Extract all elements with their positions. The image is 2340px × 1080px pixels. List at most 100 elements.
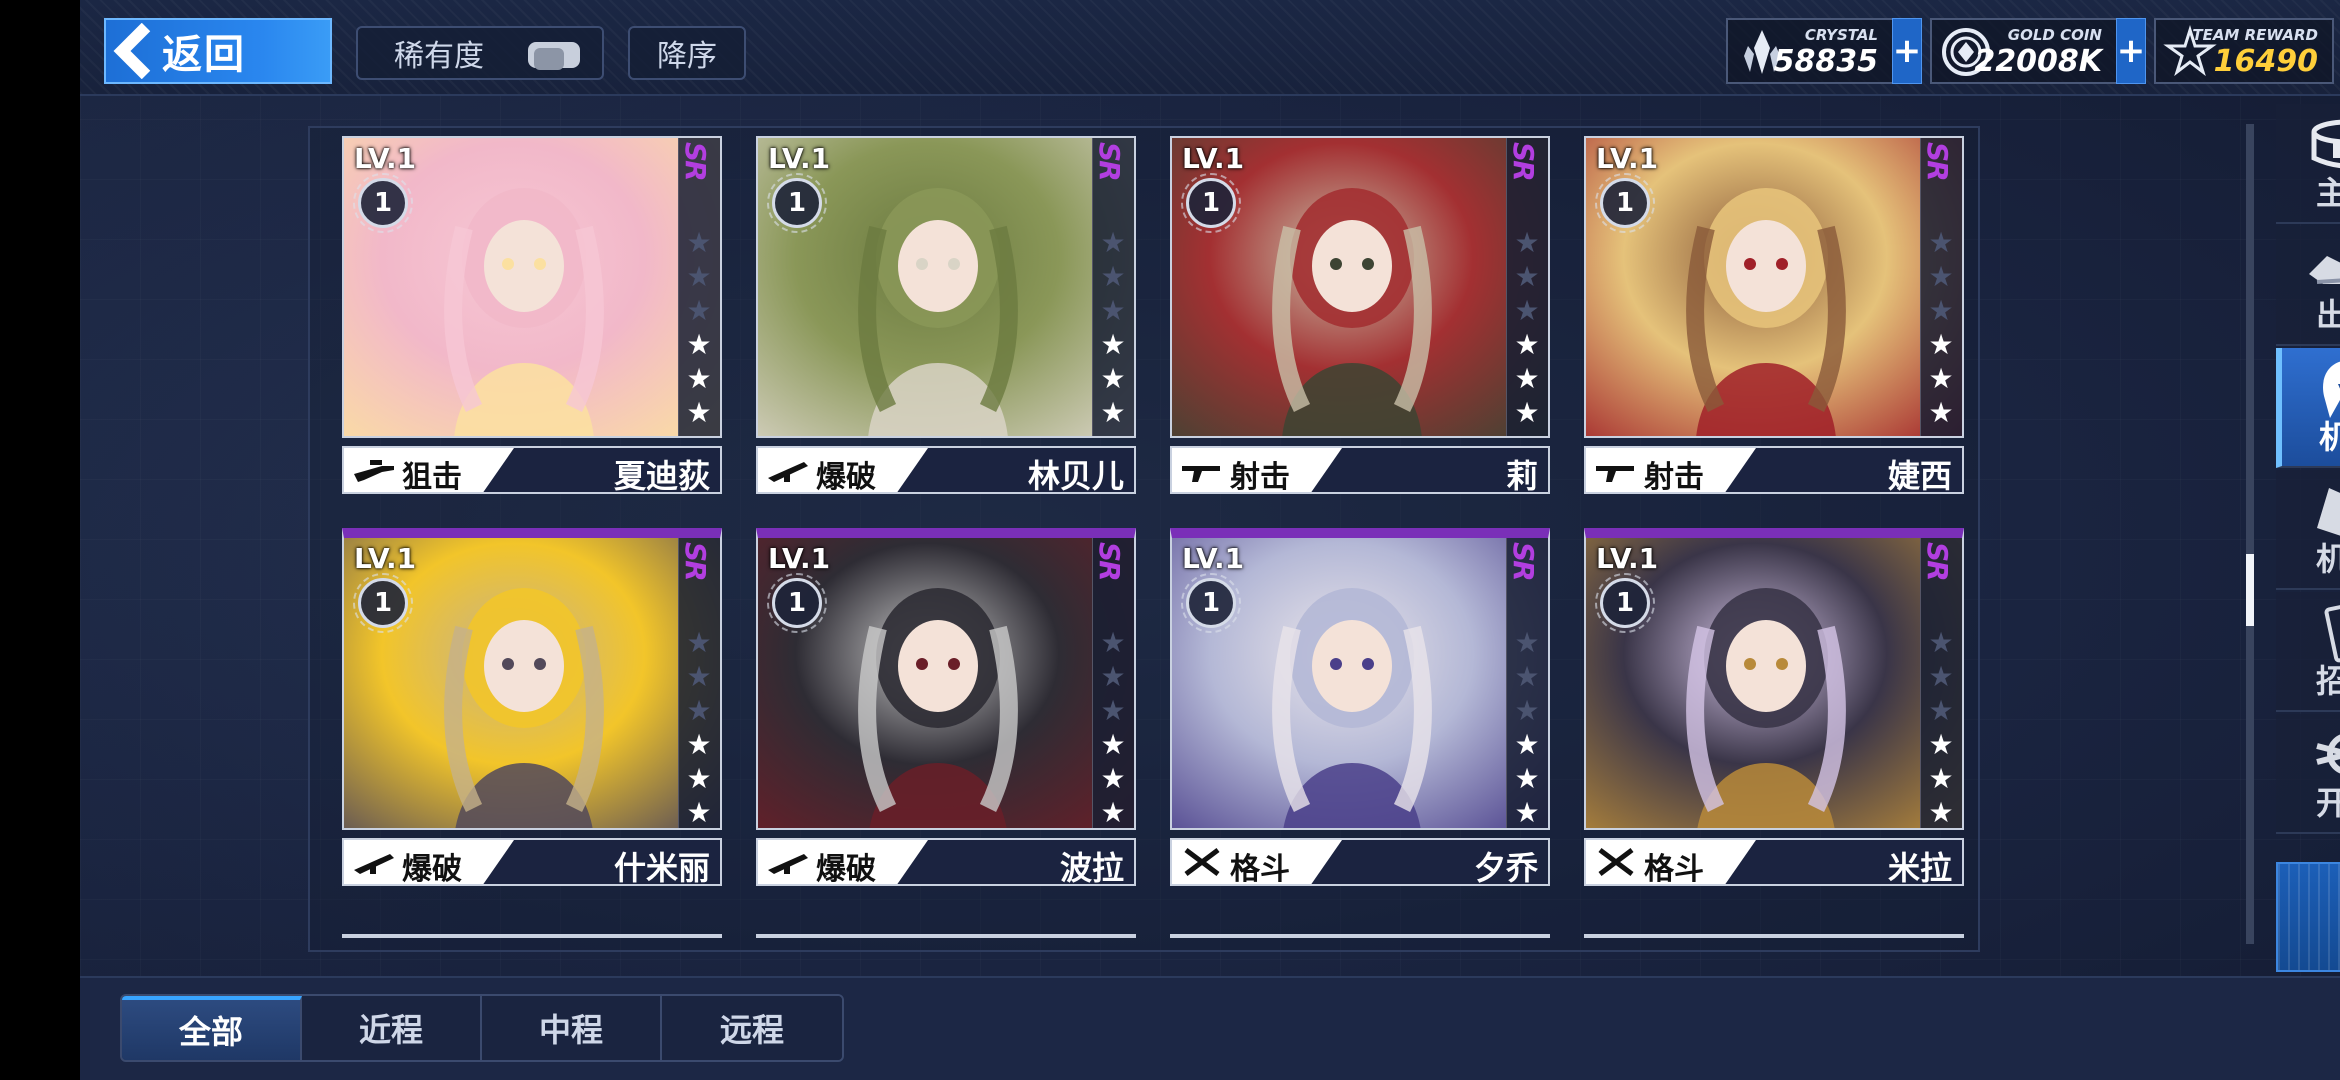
- crossed-swords-icon: [1598, 848, 1634, 876]
- nav-item-develop[interactable]: 开发: [2276, 714, 2340, 834]
- star-icon: ★: [1514, 362, 1540, 395]
- pilot-portrait: SR ★ ★ ★ ★ ★ ★ LV.1 1: [756, 136, 1136, 438]
- crystal-label: CRYSTAL: [1804, 26, 1878, 44]
- rocket-launcher-icon: [768, 854, 808, 874]
- star-icon: ★: [1928, 294, 1954, 327]
- character-silhouette: [858, 188, 1018, 436]
- sort-order-button[interactable]: 降序: [628, 26, 746, 80]
- star-icon: ★: [686, 626, 712, 659]
- tab-mid-range[interactable]: 中程: [482, 996, 662, 1060]
- rarity-strip: SR ★ ★ ★ ★ ★ ★: [678, 138, 720, 436]
- rarity-strip: SR ★ ★ ★ ★ ★ ★: [1506, 538, 1548, 828]
- nav-item-battle[interactable]: 出战: [2276, 226, 2340, 346]
- pilot-card[interactable]: SR ★ ★ ★ ★ ★ ★ LV.1 1 格斗 米拉: [1584, 528, 1964, 888]
- pilot-card[interactable]: SR ★ ★ ★ ★ ★ ★ LV.1 1 射击 婕西: [1584, 136, 1964, 496]
- rarity-strip: SR ★ ★ ★ ★ ★ ★: [1506, 138, 1548, 436]
- star-icon: ★: [686, 728, 712, 761]
- star-icon: ★: [1514, 226, 1540, 259]
- rarity-strip: SR ★ ★ ★ ★ ★ ★: [1092, 538, 1134, 828]
- back-label: 返回: [162, 32, 246, 78]
- team-reward-counter: TEAM REWARD 16490: [2154, 18, 2334, 84]
- rarity-strip: SR ★ ★ ★ ★ ★ ★: [1920, 538, 1962, 828]
- tab-all[interactable]: 全部: [122, 996, 302, 1060]
- scrollbar-track[interactable]: [2246, 124, 2254, 944]
- add-gold-button[interactable]: +: [2116, 18, 2146, 84]
- recruit-icon: [2324, 601, 2340, 663]
- star-icon: ★: [1928, 260, 1954, 293]
- rarity-label: SR: [1093, 542, 1126, 580]
- tab-short-range[interactable]: 近程: [302, 996, 482, 1060]
- star-icon: ★: [1514, 328, 1540, 361]
- rarity-strip: SR ★ ★ ★ ★ ★ ★: [1920, 138, 1962, 436]
- develop-icon: [2316, 734, 2340, 774]
- star-icon: ★: [1100, 294, 1126, 327]
- character-silhouette: [444, 188, 604, 436]
- next-row-edge: [1170, 934, 1550, 938]
- pilot-name: 夕乔: [1473, 849, 1538, 887]
- star-rating: ★ ★ ★ ★ ★ ★: [1098, 228, 1128, 428]
- pilot-name: 夏迪荻: [613, 457, 710, 495]
- star-icon: ★: [1514, 728, 1540, 761]
- pilot-type: 格斗: [1644, 852, 1704, 887]
- nav-item-pilot[interactable]: 机师: [2276, 348, 2340, 468]
- rarity-label: SR: [1093, 142, 1126, 180]
- pilot-portrait: SR ★ ★ ★ ★ ★ ★ LV.1 1: [756, 528, 1136, 830]
- star-icon: ★: [1928, 660, 1954, 693]
- left-black-bar: [0, 0, 80, 1080]
- tab-long-range[interactable]: 远程: [662, 996, 842, 1060]
- star-icon: ★: [1514, 260, 1540, 293]
- pilot-name: 婕西: [1887, 457, 1952, 495]
- star-icon: ★: [1100, 694, 1126, 727]
- team-reward-label: TEAM REWARD: [2192, 26, 2318, 44]
- rarity-filter-toggle[interactable]: 稀有度: [356, 26, 604, 80]
- rank-badge: 1: [767, 573, 827, 633]
- mech-preview-panel[interactable]: [2276, 862, 2340, 972]
- pilot-card[interactable]: SR ★ ★ ★ ★ ★ ★ LV.1 1 格斗 夕乔: [1170, 528, 1550, 888]
- star-icon: ★: [1514, 762, 1540, 795]
- nav-item-hangar[interactable]: 机库: [2276, 470, 2340, 590]
- star-rating: ★ ★ ★ ★ ★ ★: [684, 228, 714, 428]
- nav-item-recruit[interactable]: 招募: [2276, 592, 2340, 712]
- star-icon: ★: [1928, 762, 1954, 795]
- star-icon: ★: [686, 762, 712, 795]
- star-icon: ★: [1514, 626, 1540, 659]
- level-label: LV.1: [354, 542, 417, 575]
- character-silhouette: [1272, 588, 1432, 828]
- scrollbar-thumb[interactable]: [2246, 554, 2254, 626]
- pilot-card[interactable]: SR ★ ★ ★ ★ ★ ★ LV.1 1 爆破 什米丽: [342, 528, 722, 888]
- star-icon: ★: [1100, 762, 1126, 795]
- toggle-switch[interactable]: [528, 42, 580, 70]
- next-row-edge: [342, 934, 722, 938]
- rarity-label: SR: [1921, 542, 1954, 580]
- pilot-portrait: SR ★ ★ ★ ★ ★ ★ LV.1 1: [1170, 136, 1550, 438]
- level-label: LV.1: [354, 142, 417, 175]
- star-icon: ★: [686, 796, 712, 829]
- pilot-card[interactable]: SR ★ ★ ★ ★ ★ ★ LV.1 1 爆破 林贝儿: [756, 136, 1136, 496]
- star-icon: ★: [686, 328, 712, 361]
- star-icon: ★: [1100, 260, 1126, 293]
- level-label: LV.1: [1182, 142, 1245, 175]
- pilot-type: 射击: [1644, 460, 1704, 495]
- rank-badge: 1: [353, 573, 413, 633]
- star-icon: ★: [1514, 396, 1540, 429]
- crossed-swords-icon: [1184, 848, 1220, 876]
- back-button[interactable]: 返回: [104, 18, 332, 84]
- rocket-launcher-icon: [354, 854, 394, 874]
- pilot-card[interactable]: SR ★ ★ ★ ★ ★ ★ LV.1 1 射击莉: [1170, 136, 1550, 496]
- crystal-counter: CRYSTAL 58835: [1726, 18, 1894, 84]
- pilot-card[interactable]: SR ★ ★ ★ ★ ★ ★ LV.1 1 爆破 波拉: [756, 528, 1136, 888]
- pilot-info-bar: 爆破 波拉: [756, 838, 1136, 887]
- battle-icon: [2309, 256, 2340, 284]
- rank-badge: 1: [353, 173, 413, 233]
- pilot-card[interactable]: SR ★ ★ ★ ★ ★ ★ LV.1 1 狙击 夏迪荻: [342, 136, 722, 496]
- sniper-rifle-icon: [354, 460, 394, 482]
- nav-item-hall[interactable]: 主厅: [2276, 104, 2340, 224]
- add-crystal-button[interactable]: +: [1892, 18, 1922, 84]
- star-icon: ★: [686, 362, 712, 395]
- rarity-label: SR: [679, 142, 712, 180]
- pilot-type: 狙击: [402, 460, 462, 495]
- rarity-strip: SR ★ ★ ★ ★ ★ ★: [678, 538, 720, 828]
- star-icon: ★: [1928, 796, 1954, 829]
- star-icon: ★: [1100, 328, 1126, 361]
- star-rating: ★ ★ ★ ★ ★ ★: [1926, 228, 1956, 428]
